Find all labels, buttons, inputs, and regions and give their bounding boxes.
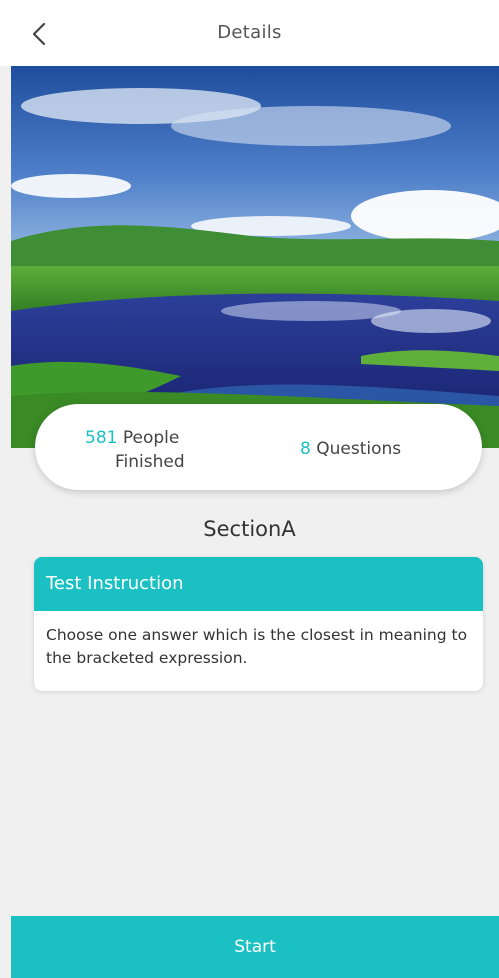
instruction-heading: Test Instruction (34, 557, 483, 611)
people-label: People (122, 428, 180, 448)
questions-count: 8 (300, 439, 311, 459)
top-bar: Details (0, 0, 499, 66)
start-button[interactable]: Start (11, 916, 499, 978)
questions-stat: 8 Questions (300, 439, 401, 459)
hero-image (11, 66, 499, 448)
finished-label: Finished (115, 452, 185, 472)
people-finished-stat: 581 People Finished (85, 426, 245, 474)
page-title: Details (217, 22, 282, 43)
stats-card: 581 People Finished 8 Questions (35, 404, 482, 490)
instruction-text: Choose one answer which is the closest i… (46, 626, 468, 667)
people-count: 581 (85, 428, 118, 448)
questions-label: Questions (316, 439, 402, 459)
section-title: SectionA (203, 517, 296, 541)
instruction-card: Test Instruction Choose one answer which… (34, 557, 483, 691)
